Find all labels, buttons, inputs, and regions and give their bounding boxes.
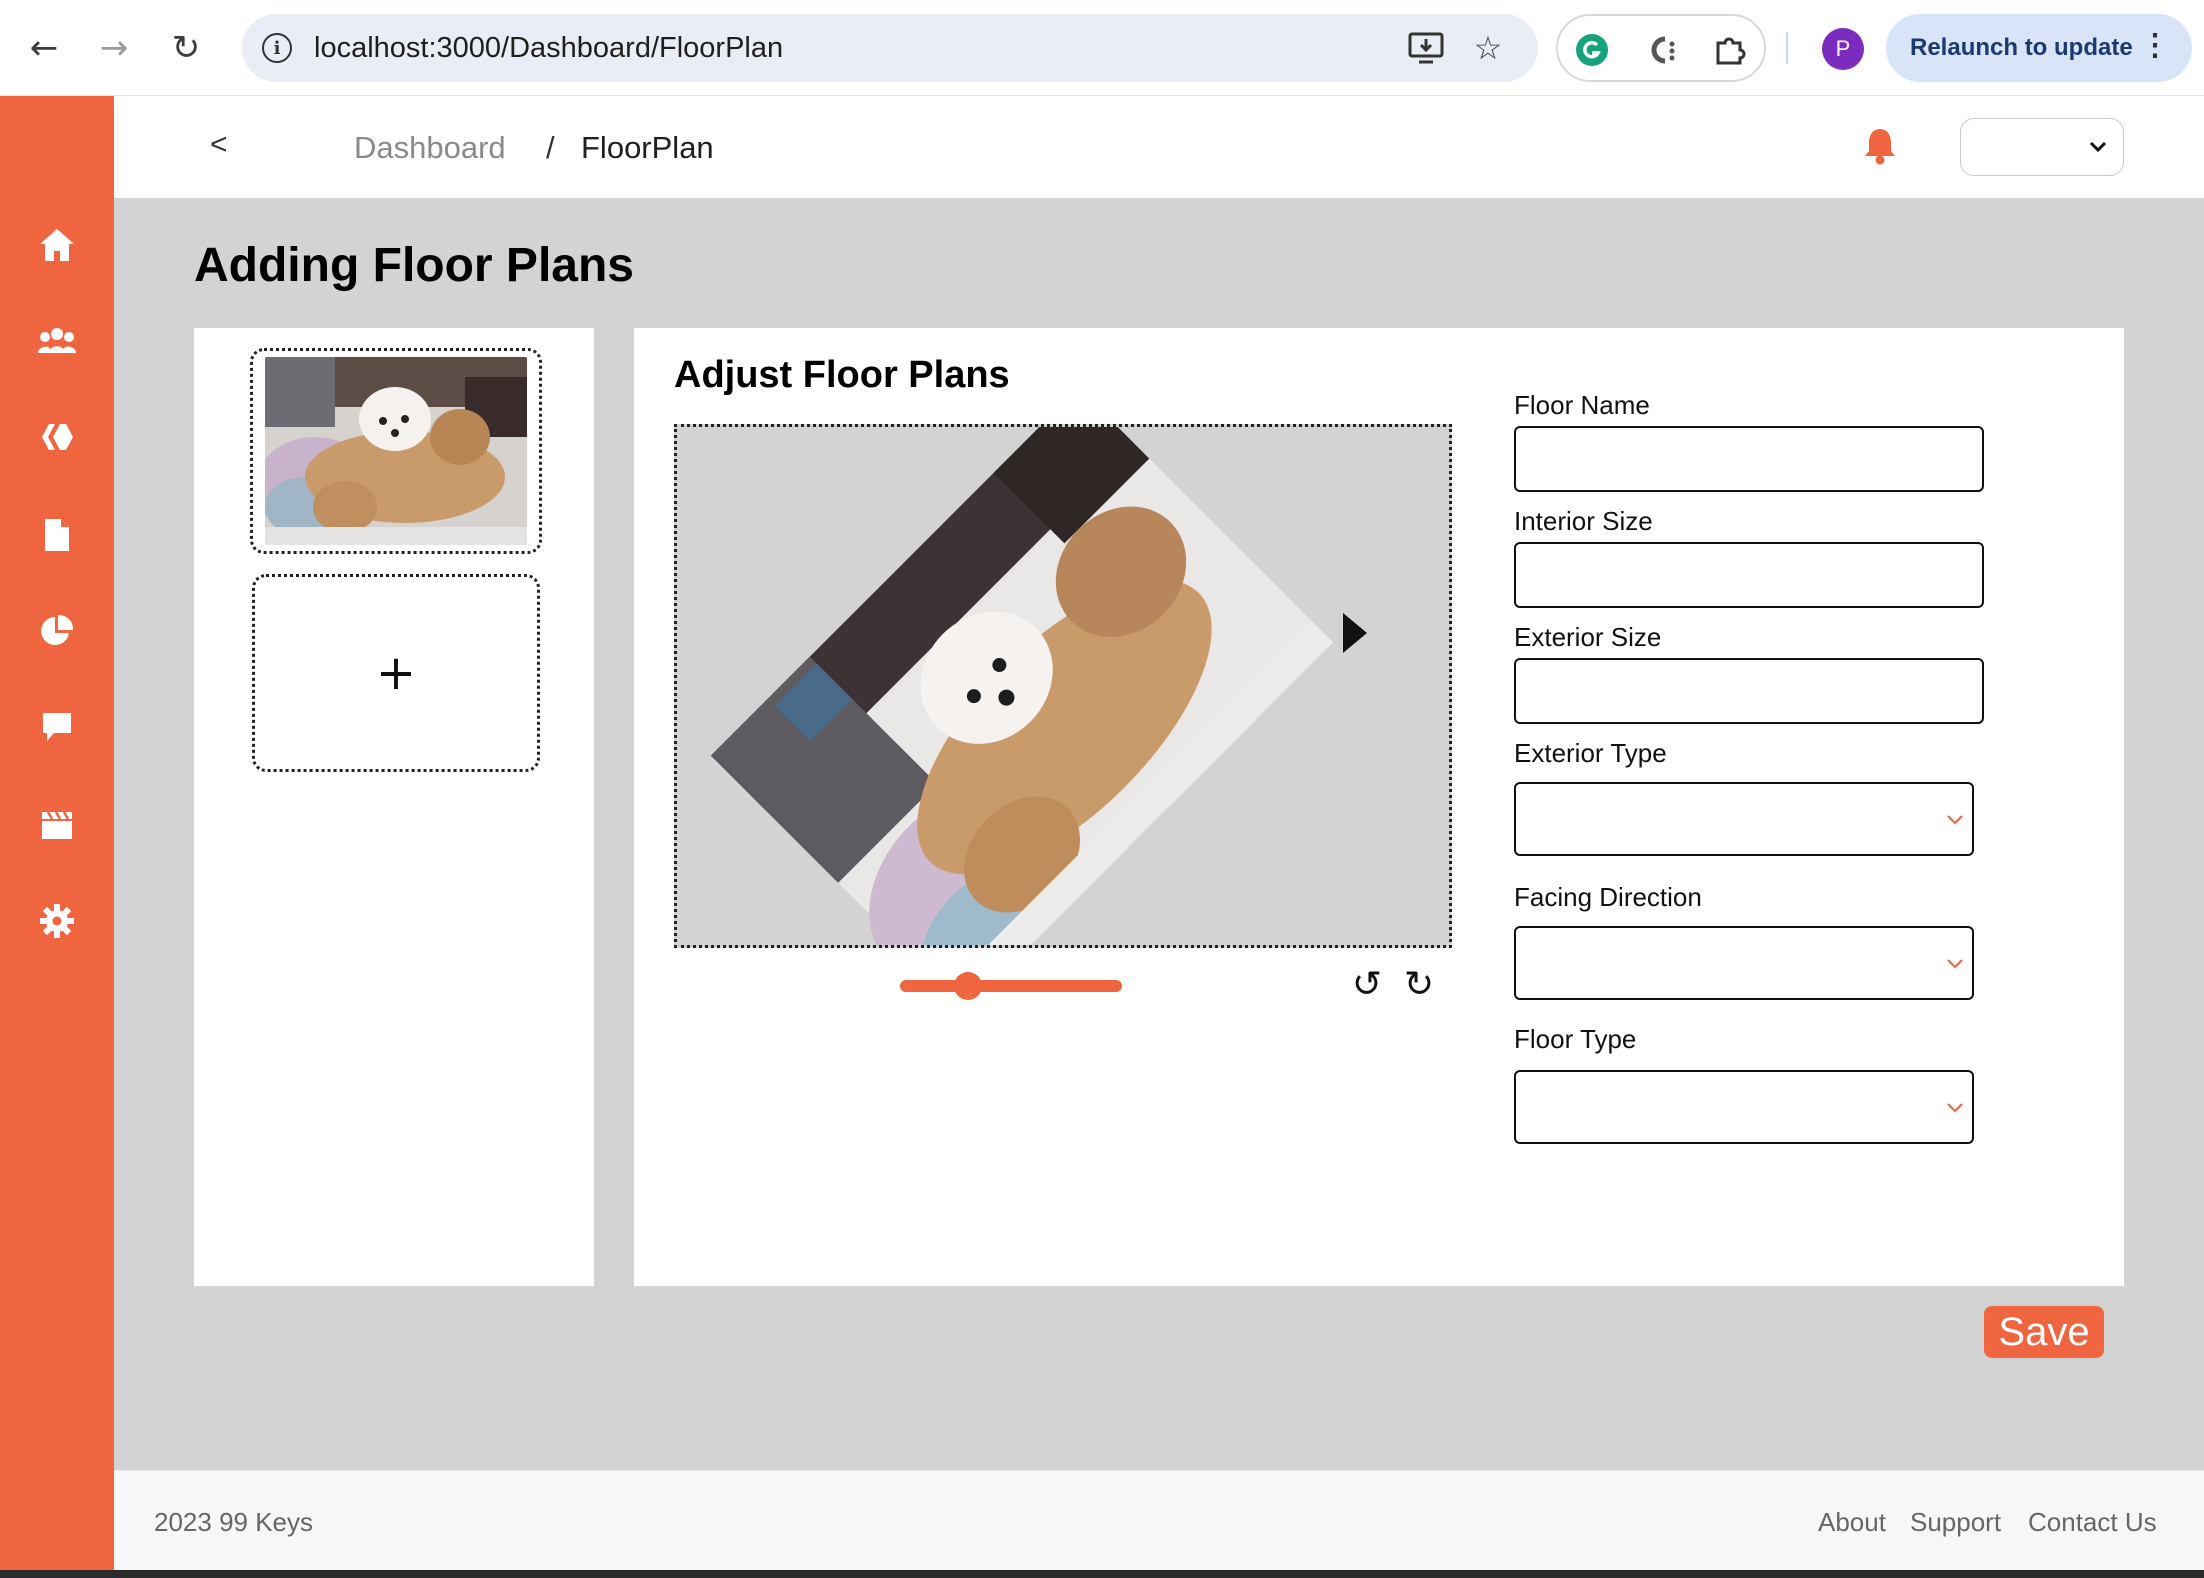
chevron-down-icon: [1947, 1103, 1963, 1113]
puzzle-extensions-icon[interactable]: [1708, 28, 1752, 72]
adjust-title: Adjust Floor Plans: [674, 354, 1010, 396]
home-icon[interactable]: [32, 220, 82, 270]
top-header: < Dashboard / FloorPlan: [114, 96, 2204, 198]
site-info-icon[interactable]: i: [262, 33, 292, 63]
reload-icon[interactable]: ↻: [162, 24, 210, 72]
zoom-slider-track[interactable]: [900, 980, 1122, 992]
chevron-down-icon: [2089, 141, 2107, 153]
breadcrumb-floorplan: FloorPlan: [581, 130, 714, 165]
interior-size-label: Interior Size: [1514, 506, 1653, 536]
exterior-size-label: Exterior Size: [1514, 622, 1662, 652]
facing-direction-select[interactable]: [1514, 926, 1974, 1000]
extensions-group: [1556, 14, 1766, 82]
sidebar: [0, 96, 114, 1570]
back-button[interactable]: <: [210, 128, 228, 162]
exterior-size-input[interactable]: [1514, 658, 1984, 724]
user-dropdown[interactable]: [1960, 118, 2124, 176]
url-text[interactable]: localhost:3000/Dashboard/FloorPlan: [314, 32, 783, 65]
footer-link-contact[interactable]: Contact Us: [2028, 1507, 2157, 1538]
floor-plan-list: +: [194, 328, 594, 1286]
bookmark-star-icon[interactable]: ☆: [1468, 28, 1508, 68]
grammarly-icon[interactable]: [1570, 28, 1614, 72]
people-icon[interactable]: [32, 316, 82, 366]
thumbnail-image: [265, 357, 527, 545]
copyright-text: 2023 99 Keys: [154, 1507, 314, 1537]
breadcrumb-dashboard[interactable]: Dashboard: [354, 130, 506, 166]
back-arrow-icon[interactable]: ←: [20, 24, 68, 72]
save-button[interactable]: Save: [1984, 1306, 2104, 1358]
exterior-type-label: Exterior Type: [1514, 738, 1667, 768]
add-floor-plan-button[interactable]: +: [252, 574, 540, 772]
chevron-down-icon: [1947, 815, 1963, 825]
footer-link-support[interactable]: Support: [1910, 1507, 2001, 1538]
floor-plan-thumbnail[interactable]: [250, 348, 542, 554]
footer-link-about[interactable]: About: [1818, 1507, 1886, 1538]
floor-type-label: Floor Type: [1514, 1024, 1637, 1054]
forward-arrow-icon[interactable]: →: [90, 24, 138, 72]
hive-icon[interactable]: [32, 412, 82, 462]
chat-icon[interactable]: [32, 702, 82, 752]
install-app-icon[interactable]: [1406, 28, 1446, 68]
floor-plan-image: [677, 427, 1449, 945]
zoom-slider-handle[interactable]: [954, 972, 982, 1000]
rotate-right-button[interactable]: ↻: [1404, 964, 1434, 1005]
main-content: Adding Floor Plans + Adjust Floor Plans …: [114, 198, 2204, 1470]
window-bottom-edge: [0, 1570, 2204, 1578]
image-crop-area[interactable]: [674, 424, 1452, 948]
notification-bell-icon[interactable]: [1862, 126, 1898, 166]
more-menu-icon[interactable]: ⋮: [2140, 28, 2170, 63]
relaunch-label: Relaunch to update: [1910, 34, 2133, 61]
toolbar-separator: [1786, 32, 1788, 64]
clapperboard-icon[interactable]: [32, 800, 82, 850]
browser-toolbar: ← → ↻ i localhost:3000/Dashboard/FloorPl…: [0, 0, 2204, 96]
document-icon[interactable]: [32, 510, 82, 560]
facing-direction-label: Facing Direction: [1514, 882, 1702, 912]
relaunch-button[interactable]: Relaunch to update ⋮: [1886, 14, 2192, 82]
page-title: Adding Floor Plans: [194, 239, 634, 292]
floor-type-select[interactable]: [1514, 1070, 1974, 1144]
exterior-type-select[interactable]: [1514, 782, 1974, 856]
chevron-down-icon: [1947, 959, 1963, 969]
zoom-slider[interactable]: [900, 972, 1122, 1000]
interior-size-input[interactable]: [1514, 542, 1984, 608]
pie-chart-icon[interactable]: [32, 606, 82, 656]
gear-icon[interactable]: [32, 896, 82, 946]
floor-name-input[interactable]: [1514, 426, 1984, 492]
breadcrumb-separator: /: [546, 130, 555, 165]
rotate-left-button[interactable]: ↺: [1352, 964, 1382, 1005]
address-bar[interactable]: i localhost:3000/Dashboard/FloorPlan ☆: [242, 14, 1538, 82]
adjust-panel: Adjust Floor Plans ↺ ↻ Floor Name Interi…: [634, 328, 2124, 1286]
extension-c-icon[interactable]: [1640, 28, 1684, 72]
footer: 2023 99 Keys About Support Contact Us: [114, 1470, 2204, 1570]
floor-name-label: Floor Name: [1514, 390, 1650, 420]
profile-avatar[interactable]: P: [1822, 28, 1864, 70]
